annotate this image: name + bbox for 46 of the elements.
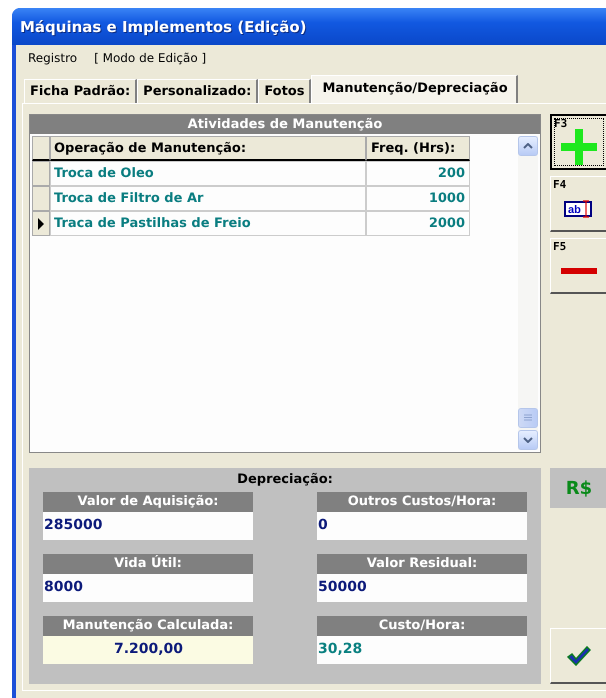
edit-button[interactable]: F4 ab xyxy=(550,176,606,232)
tab[interactable]: Fotos xyxy=(258,79,312,103)
tab[interactable]: Personalizado: xyxy=(137,79,258,103)
table-cell: Troca de Filtro de Ar xyxy=(50,186,366,211)
input-field[interactable]: 0 xyxy=(317,512,527,540)
field-label: Valor Residual: xyxy=(317,554,527,574)
field-label: Valor de Aquisição: xyxy=(43,492,253,512)
scroll-thumb[interactable] xyxy=(518,408,538,428)
field-label: Manutenção Calculada: xyxy=(43,616,253,636)
table-cell: 2000 xyxy=(366,211,470,236)
row-indicator[interactable] xyxy=(32,211,50,236)
tab[interactable]: Ficha Padrão: xyxy=(24,79,138,103)
table-cell: 200 xyxy=(366,161,470,186)
scroll-up-button[interactable] xyxy=(518,136,538,156)
scroll-down-button[interactable] xyxy=(518,430,538,450)
table-cell: Traca de Pastilhas de Freio xyxy=(50,211,366,236)
checkmark-icon xyxy=(566,644,590,666)
chevron-down-icon xyxy=(523,436,533,443)
confirm-button[interactable] xyxy=(550,628,606,684)
field-label: Custo/Hora: xyxy=(317,616,527,636)
chevron-up-icon xyxy=(523,143,533,149)
input-field: 7.200,00 xyxy=(43,636,253,664)
remove-button[interactable]: F5 xyxy=(550,238,606,294)
input-field[interactable]: 50000 xyxy=(317,574,527,602)
text-field-icon: ab xyxy=(564,200,594,218)
input-field[interactable]: 8000 xyxy=(43,574,253,602)
section-title: Depreciação: xyxy=(236,472,334,489)
tab[interactable]: Manutenção/Depreciação xyxy=(311,75,518,103)
scrollbar[interactable] xyxy=(518,136,538,450)
input-field: 30,28 xyxy=(317,636,527,664)
row-header xyxy=(32,136,50,161)
menu-item[interactable]: Registro xyxy=(28,51,78,65)
grid-title: Atividades de Manutenção xyxy=(30,115,540,134)
add-button[interactable]: F3 xyxy=(550,114,606,170)
input-field[interactable]: 285000 xyxy=(43,512,253,540)
field-label: Vida Útil: xyxy=(43,554,253,574)
current-row-icon xyxy=(37,218,45,230)
table-cell: 1000 xyxy=(366,186,470,211)
minus-icon xyxy=(560,268,596,274)
window-title: Máquinas e Implementos (Edição) xyxy=(20,18,306,36)
column-header: Operação de Manutenção: xyxy=(50,136,366,161)
table-cell: Troca de Oleo xyxy=(50,161,366,186)
column-header: Freq. (Hrs): xyxy=(366,136,470,161)
plus-icon xyxy=(561,129,597,165)
field-label: Outros Custos/Hora: xyxy=(317,492,527,512)
currency-label: R$ xyxy=(550,468,606,508)
